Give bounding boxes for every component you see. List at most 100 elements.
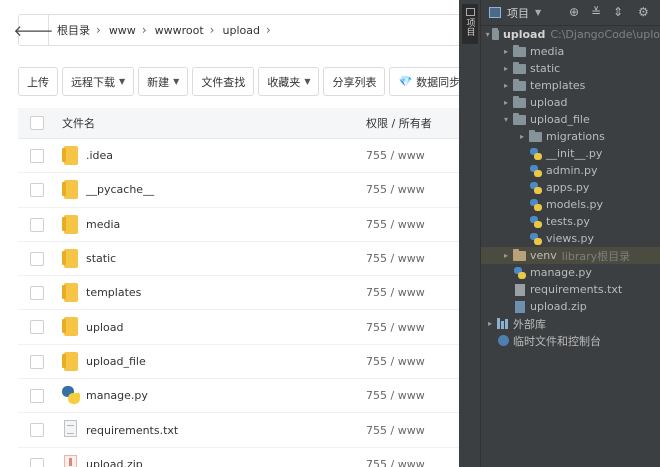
row-checkbox[interactable] bbox=[30, 251, 44, 266]
file-name[interactable]: __pycache__ bbox=[86, 183, 154, 196]
tree-node[interactable]: admin.py bbox=[481, 162, 660, 179]
row-checkbox[interactable] bbox=[30, 457, 44, 467]
table-row[interactable]: .idea 755 / www bbox=[18, 139, 459, 174]
project-tool-tab[interactable]: 项目 bbox=[462, 4, 478, 44]
chevron-right-icon[interactable]: ▸ bbox=[501, 64, 511, 73]
file-permission[interactable]: 755 / www bbox=[366, 286, 425, 299]
crosshair-icon[interactable]: ⊕ bbox=[569, 5, 579, 19]
table-row[interactable]: upload 755 / www bbox=[18, 310, 459, 345]
column-header-permission[interactable]: 权限 / 所有者 bbox=[366, 115, 432, 131]
collapse-all-icon[interactable]: ≚ bbox=[591, 5, 601, 19]
tree-node[interactable]: ▸ upload bbox=[481, 94, 660, 111]
tree-node[interactable]: models.py bbox=[481, 196, 660, 213]
new-button[interactable]: 新建 ▼ bbox=[138, 67, 189, 96]
chevron-down-icon[interactable]: ▼ bbox=[535, 8, 541, 17]
row-checkbox[interactable] bbox=[30, 183, 44, 198]
tree-node[interactable]: manage.py bbox=[481, 264, 660, 281]
table-row[interactable]: media 755 / www bbox=[18, 208, 459, 242]
tree-node[interactable]: ▸ migrations bbox=[481, 128, 660, 145]
tree-node[interactable]: ▸ templates bbox=[481, 77, 660, 94]
chevron-right-icon[interactable]: ▸ bbox=[501, 98, 511, 107]
tree-node[interactable]: tests.py bbox=[481, 213, 660, 230]
tree-node[interactable]: __init__.py bbox=[481, 145, 660, 162]
row-checkbox[interactable] bbox=[30, 217, 44, 232]
file-name[interactable]: media bbox=[86, 218, 120, 231]
breadcrumb-item-root[interactable]: 根目录 › bbox=[49, 22, 101, 38]
file-permission[interactable]: 755 / www bbox=[366, 183, 425, 196]
select-all-checkbox[interactable] bbox=[30, 116, 44, 130]
table-row[interactable]: __pycache__ 755 / www bbox=[18, 173, 459, 208]
table-row[interactable]: requirements.txt 755 / www bbox=[18, 413, 459, 448]
file-name[interactable]: requirements.txt bbox=[86, 424, 178, 437]
file-name[interactable]: templates bbox=[86, 286, 141, 299]
tree-node[interactable]: ▾ upload_file bbox=[481, 111, 660, 128]
row-checkbox[interactable] bbox=[30, 286, 44, 301]
expand-all-icon[interactable]: ⇕ bbox=[613, 5, 623, 19]
zip-file-icon bbox=[515, 300, 525, 313]
row-checkbox[interactable] bbox=[30, 423, 44, 438]
gear-icon[interactable]: ⚙ bbox=[638, 5, 649, 19]
file-name[interactable]: .idea bbox=[86, 149, 113, 162]
project-view-label[interactable]: 项目 bbox=[507, 5, 529, 21]
chevron-down-icon: ▼ bbox=[173, 77, 180, 86]
chevron-right-icon[interactable]: ▸ bbox=[501, 47, 511, 56]
tree-node[interactable]: 临时文件和控制台 bbox=[481, 332, 660, 349]
column-header-name[interactable]: 文件名 bbox=[62, 115, 95, 131]
table-row[interactable]: upload.zip 755 / www bbox=[18, 448, 459, 467]
chevron-down-icon[interactable]: ▾ bbox=[501, 115, 511, 124]
file-search-button[interactable]: 文件查找 bbox=[192, 67, 255, 96]
python-file-icon bbox=[530, 215, 542, 228]
table-row[interactable]: static 755 / www bbox=[18, 242, 459, 277]
file-permission[interactable]: 755 / www bbox=[366, 252, 425, 265]
file-permission[interactable]: 755 / www bbox=[366, 424, 425, 437]
tree-node[interactable]: ▾ upload C:\DjangoCode\uplo bbox=[481, 26, 660, 43]
file-table-header: 文件名 权限 / 所有者 bbox=[18, 108, 459, 139]
tree-node[interactable]: views.py bbox=[481, 230, 660, 247]
table-row[interactable]: upload_file 755 / www bbox=[18, 345, 459, 380]
table-row[interactable]: templates 755 / www bbox=[18, 276, 459, 311]
file-name[interactable]: upload bbox=[86, 321, 123, 334]
file-name[interactable]: manage.py bbox=[86, 389, 148, 402]
data-sync-button[interactable]: 💎 数据同步 bbox=[389, 67, 459, 96]
breadcrumb-item-www[interactable]: www › bbox=[101, 23, 147, 37]
tree-node[interactable]: ▸ 外部库 bbox=[481, 315, 660, 332]
tree-node-label: upload.zip bbox=[530, 300, 587, 313]
breadcrumb-item-wwwroot[interactable]: wwwroot › bbox=[147, 23, 215, 37]
tree-node[interactable]: ▸ venv library根目录 bbox=[481, 247, 660, 264]
chevron-right-icon: › bbox=[141, 23, 147, 37]
file-name[interactable]: upload.zip bbox=[86, 458, 143, 467]
remote-download-button[interactable]: 远程下载 ▼ bbox=[62, 67, 135, 96]
tree-node[interactable]: apps.py bbox=[481, 179, 660, 196]
row-checkbox[interactable] bbox=[30, 389, 44, 404]
external-libraries-icon bbox=[497, 318, 509, 329]
back-button[interactable]: 🡐 bbox=[13, 15, 54, 45]
python-file-icon bbox=[530, 147, 542, 160]
table-row[interactable]: manage.py 755 / www bbox=[18, 379, 459, 414]
folder-icon bbox=[492, 27, 499, 40]
breadcrumb-item-upload[interactable]: upload › bbox=[214, 23, 270, 37]
tree-node[interactable]: upload.zip bbox=[481, 298, 660, 315]
file-permission[interactable]: 755 / www bbox=[366, 355, 425, 368]
favorites-button[interactable]: 收藏夹 ▼ bbox=[258, 67, 320, 96]
chevron-right-icon[interactable]: ▸ bbox=[501, 251, 511, 260]
file-name[interactable]: static bbox=[86, 252, 116, 265]
chevron-down-icon[interactable]: ▾ bbox=[485, 30, 490, 39]
chevron-right-icon[interactable]: ▸ bbox=[501, 81, 511, 90]
file-name[interactable]: upload_file bbox=[86, 355, 146, 368]
upload-button[interactable]: 上传 bbox=[18, 67, 58, 96]
tree-node[interactable]: ▸ media bbox=[481, 43, 660, 60]
file-permission[interactable]: 755 / www bbox=[366, 458, 425, 467]
row-checkbox[interactable] bbox=[30, 354, 44, 369]
row-checkbox[interactable] bbox=[30, 320, 44, 335]
tree-node[interactable]: ▸ static bbox=[481, 60, 660, 77]
file-permission[interactable]: 755 / www bbox=[366, 389, 425, 402]
row-checkbox[interactable] bbox=[30, 149, 44, 163]
file-permission[interactable]: 755 / www bbox=[366, 321, 425, 334]
share-list-button[interactable]: 分享列表 bbox=[323, 67, 386, 96]
tree-node[interactable]: requirements.txt bbox=[481, 281, 660, 298]
file-permission[interactable]: 755 / www bbox=[366, 149, 425, 162]
chevron-down-icon: ▼ bbox=[304, 77, 311, 86]
file-permission[interactable]: 755 / www bbox=[366, 218, 425, 231]
chevron-right-icon[interactable]: ▸ bbox=[517, 132, 527, 141]
chevron-right-icon[interactable]: ▸ bbox=[485, 319, 495, 328]
